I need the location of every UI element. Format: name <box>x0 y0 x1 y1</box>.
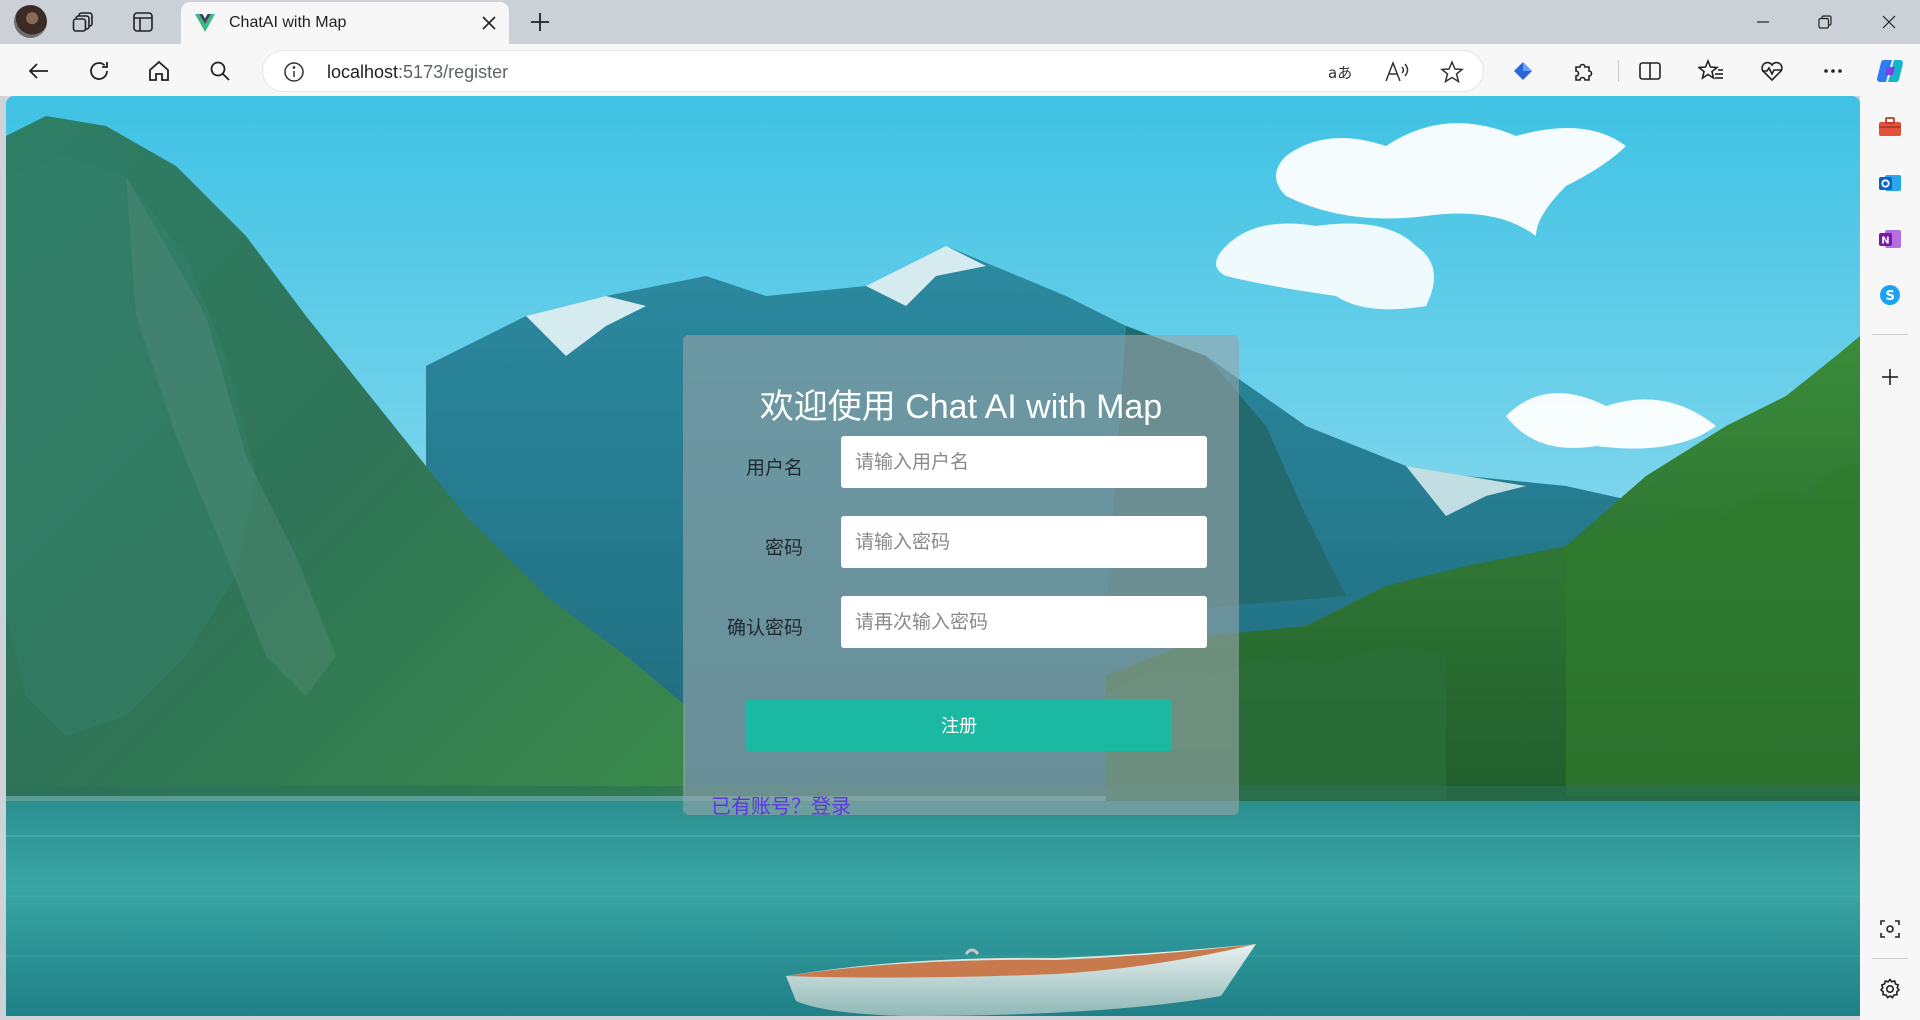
page-title: 欢迎使用 Chat AI with Map <box>759 388 1163 426</box>
onenote-icon[interactable]: N <box>1875 224 1905 254</box>
window-close-icon[interactable] <box>1858 0 1920 44</box>
tab-strip: ChatAI with Map <box>0 0 1920 44</box>
avatar[interactable] <box>14 5 47 38</box>
toolbar-divider <box>1618 60 1619 82</box>
sidebar-divider <box>1872 958 1908 959</box>
more-icon[interactable] <box>1816 54 1850 88</box>
register-card: 欢迎使用 Chat AI with Map 用户名 密码 确认密码 注册 已有账… <box>683 335 1239 818</box>
skype-icon[interactable]: S <box>1875 280 1905 310</box>
home-icon[interactable] <box>142 54 176 88</box>
edge-sidebar: N S <box>1860 96 1920 1020</box>
back-arrow-icon[interactable] <box>22 54 56 88</box>
address-bar[interactable]: localhost:5173/register aあ <box>262 50 1484 92</box>
gear-icon[interactable] <box>1875 974 1905 1004</box>
browser-toolbar: localhost:5173/register aあ <box>0 44 1920 96</box>
password-label: 密码 <box>764 538 803 559</box>
reload-icon[interactable] <box>82 54 116 88</box>
username-label: 用户名 <box>745 458 803 479</box>
new-tab-plus-icon[interactable] <box>524 6 556 38</box>
workspaces-icon[interactable] <box>68 6 100 38</box>
tab-title: ChatAI with Map <box>229 14 347 31</box>
confirm-password-field[interactable] <box>841 596 1207 648</box>
confirm-password-label: 确认密码 <box>726 618 803 639</box>
info-icon[interactable] <box>283 61 305 83</box>
plus-icon[interactable] <box>1875 362 1905 392</box>
minimize-icon[interactable] <box>1732 0 1794 44</box>
extension-badge-icon[interactable] <box>1506 54 1540 88</box>
vue-logo-icon <box>195 14 215 32</box>
svg-text:aあ: aあ <box>1328 64 1352 82</box>
username-field[interactable] <box>841 436 1207 488</box>
close-icon[interactable] <box>477 11 501 35</box>
star-icon[interactable] <box>1439 59 1465 85</box>
restore-icon[interactable] <box>1794 0 1856 44</box>
read-aloud-icon[interactable] <box>1384 59 1410 85</box>
page-viewport: 欢迎使用 Chat AI with Map 用户名 密码 确认密码 注册 已有账… <box>6 96 1860 1016</box>
split-screen-icon[interactable] <box>1633 54 1667 88</box>
search-icon[interactable] <box>203 54 237 88</box>
svg-text:S: S <box>1886 289 1895 304</box>
tab-actions-icon[interactable] <box>127 6 159 38</box>
copilot-icon[interactable] <box>1873 54 1907 88</box>
url-text[interactable]: localhost:5173/register <box>327 62 508 83</box>
puzzle-icon[interactable] <box>1567 54 1601 88</box>
favorites-icon[interactable] <box>1694 54 1728 88</box>
password-field[interactable] <box>841 516 1207 568</box>
url-path: :5173/register <box>398 62 509 82</box>
toolbox-icon[interactable] <box>1875 112 1905 142</box>
tab-chatai[interactable]: ChatAI with Map <box>181 2 509 44</box>
translate-icon[interactable]: aあ <box>1327 59 1353 85</box>
screenshot-icon[interactable] <box>1875 914 1905 944</box>
sidebar-divider <box>1872 334 1908 335</box>
login-link[interactable]: 已有账号？登录 <box>711 790 851 819</box>
outlook-icon[interactable] <box>1875 168 1905 198</box>
heart-pulse-icon[interactable] <box>1755 54 1789 88</box>
url-host: localhost <box>327 62 399 82</box>
svg-text:N: N <box>1881 236 1889 247</box>
register-button[interactable]: 注册 <box>746 699 1172 751</box>
